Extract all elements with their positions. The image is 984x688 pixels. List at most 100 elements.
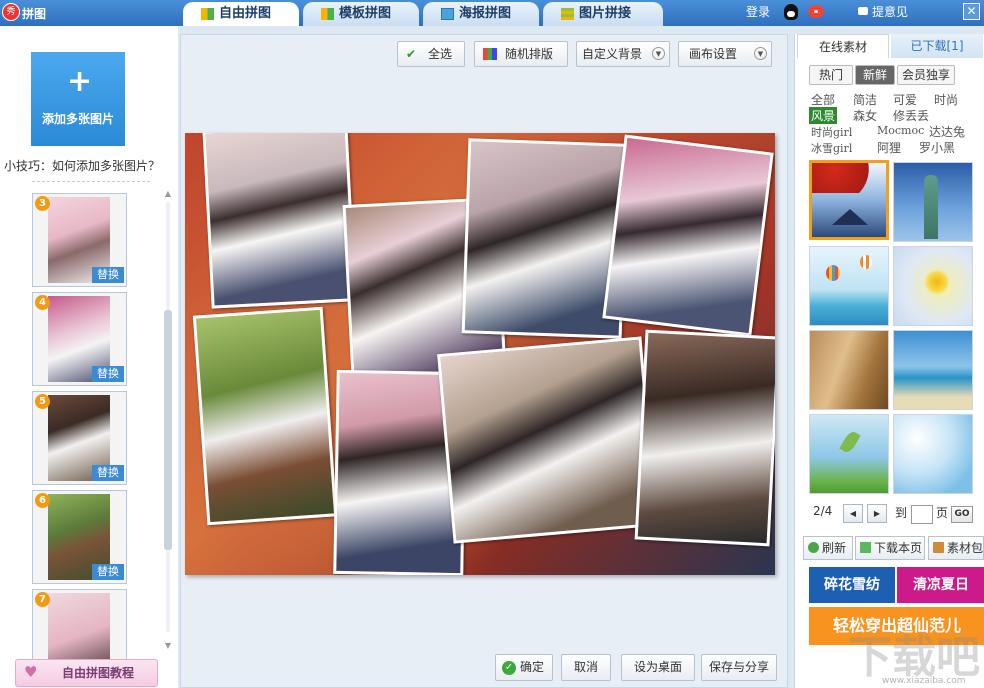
material-thumb[interactable] bbox=[893, 246, 973, 326]
keyword-xiudiudiu[interactable]: 修丢丢 bbox=[893, 107, 929, 124]
tab-template-collage[interactable]: 模板拼图 bbox=[303, 2, 419, 26]
keyword-dadatu[interactable]: 达达兔 bbox=[929, 123, 965, 140]
keyword-cute[interactable]: 可爱 bbox=[893, 91, 917, 108]
material-thumb[interactable] bbox=[893, 162, 973, 242]
plus-icon: + bbox=[67, 64, 93, 99]
weibo-icon[interactable] bbox=[808, 5, 824, 18]
qq-icon[interactable] bbox=[784, 4, 798, 20]
tab-poster-collage[interactable]: 海报拼图 bbox=[423, 2, 539, 26]
keyword-all[interactable]: 全部 bbox=[811, 91, 835, 108]
refresh-button[interactable]: 刷新 bbox=[803, 536, 853, 560]
set-desktop-button[interactable]: 设为桌面 bbox=[621, 654, 695, 681]
keyword-fashion-girl[interactable]: 时尚girl bbox=[811, 124, 852, 140]
select-all-label: 全选 bbox=[428, 47, 453, 61]
random-layout-label: 随机排版 bbox=[505, 47, 554, 61]
cancel-button[interactable]: 取消 bbox=[561, 654, 611, 681]
tab-label: 海报拼图 bbox=[459, 6, 512, 21]
feedback-link[interactable]: 提意见 bbox=[858, 3, 908, 20]
subtab-new[interactable]: 新鲜 bbox=[855, 65, 895, 85]
page-number-input[interactable] bbox=[911, 505, 933, 524]
thumbnail-item[interactable]: 4 替换 bbox=[32, 292, 127, 386]
package-icon bbox=[933, 542, 944, 553]
keyword-scenery[interactable]: 风景 bbox=[809, 107, 838, 124]
prev-page-button[interactable]: ◀ bbox=[843, 504, 863, 523]
thumbnail-item[interactable]: 3 替换 bbox=[32, 193, 127, 287]
thumbnail-scrollbar[interactable]: ▲ ▼ bbox=[162, 190, 174, 650]
replace-button[interactable]: 替换 bbox=[92, 366, 124, 382]
statue-of-liberty bbox=[924, 175, 938, 239]
keyword-mocmoc[interactable]: Mocmoc bbox=[877, 124, 924, 137]
canvas-settings-dropdown[interactable]: 画布设置 ▼ bbox=[678, 41, 772, 67]
material-thumb[interactable] bbox=[809, 246, 889, 326]
hot-air-balloon bbox=[860, 255, 872, 269]
tutorial-button[interactable]: ♥ 自由拼图教程 bbox=[15, 659, 158, 687]
collage-canvas[interactable] bbox=[185, 133, 775, 575]
triangle-right-icon: ▶ bbox=[873, 509, 881, 518]
custom-background-dropdown[interactable]: 自定义背景 ▼ bbox=[576, 41, 670, 67]
collage-photo[interactable] bbox=[602, 134, 774, 337]
goto-label: 到 bbox=[895, 506, 908, 520]
next-page-button[interactable]: ▶ bbox=[867, 504, 887, 523]
refresh-icon bbox=[808, 542, 819, 553]
page-unit-label: 页 bbox=[936, 506, 949, 520]
canvas-workspace: ✔ 全选 随机排版 自定义背景 ▼ 画布设置 ▼ ✓ 确定 取消 设为桌面 保存… bbox=[180, 34, 788, 688]
thumbnail-number: 6 bbox=[35, 493, 50, 508]
poster-icon bbox=[441, 8, 454, 20]
tab-free-collage[interactable]: 自由拼图 bbox=[183, 2, 299, 26]
banner-floral-chiffon[interactable]: 碎花雪纺 bbox=[809, 567, 895, 603]
subtab-hot[interactable]: 热门 bbox=[809, 65, 853, 85]
download-arrow-icon bbox=[860, 542, 871, 553]
replace-button[interactable]: 替换 bbox=[92, 267, 124, 283]
thumbnail-list: 3 替换 4 替换 5 替换 6 替换 7 bbox=[0, 192, 178, 664]
scroll-thumb[interactable] bbox=[164, 310, 172, 550]
ok-button[interactable]: ✓ 确定 bbox=[495, 654, 553, 681]
scroll-down-icon[interactable]: ▼ bbox=[163, 642, 173, 650]
collage-photo[interactable] bbox=[192, 306, 338, 526]
refresh-label: 刷新 bbox=[822, 541, 847, 555]
thumbnail-item[interactable]: 5 替换 bbox=[32, 391, 127, 485]
thumbnail-item[interactable]: 7 bbox=[32, 589, 127, 664]
download-page-button[interactable]: 下载本页 bbox=[855, 536, 925, 560]
material-thumb[interactable] bbox=[809, 330, 889, 410]
tip-link[interactable]: 小技巧：如何添加多张图片？ bbox=[4, 157, 160, 174]
banner-cool-summer[interactable]: 清凉夏日 bbox=[897, 567, 984, 603]
collage-photo[interactable] bbox=[202, 133, 357, 309]
scroll-up-icon[interactable]: ▲ bbox=[163, 190, 173, 198]
keyword-luoxiaohei[interactable]: 罗小黑 bbox=[919, 139, 955, 156]
tab-label: 图片拼接 bbox=[579, 6, 632, 21]
material-thumb[interactable] bbox=[809, 160, 889, 240]
keyword-ice-girl[interactable]: 冰雪girl bbox=[811, 140, 852, 156]
tab-image-stitch[interactable]: 图片拼接 bbox=[543, 2, 663, 26]
heart-hand-icon: ♥ bbox=[24, 663, 38, 681]
keyword-fashion[interactable]: 时尚 bbox=[934, 91, 958, 108]
login-link[interactable]: 登录 bbox=[746, 3, 770, 20]
thumbnail-number: 3 bbox=[35, 196, 50, 211]
add-images-button[interactable]: + 添加多张图片 bbox=[31, 52, 125, 146]
mountain bbox=[832, 209, 868, 225]
material-thumb[interactable] bbox=[893, 414, 973, 494]
collage-photo[interactable] bbox=[437, 336, 658, 544]
thumbnail-item[interactable]: 6 替换 bbox=[32, 490, 127, 584]
keyword-mori[interactable]: 森女 bbox=[853, 107, 877, 124]
keyword-ali[interactable]: 阿狸 bbox=[877, 139, 901, 156]
subtab-vip[interactable]: 会员独享 bbox=[897, 65, 955, 85]
go-button[interactable]: GO bbox=[951, 506, 973, 523]
free-collage-icon bbox=[201, 8, 214, 20]
tab-online-materials[interactable]: 在线素材 bbox=[797, 34, 889, 58]
close-button[interactable]: ✕ bbox=[963, 3, 980, 20]
material-thumb[interactable] bbox=[893, 330, 973, 410]
replace-button[interactable]: 替换 bbox=[92, 465, 124, 481]
keyword-simple[interactable]: 简洁 bbox=[853, 91, 877, 108]
ok-label: 确定 bbox=[519, 660, 544, 674]
save-share-button[interactable]: 保存与分享 bbox=[701, 654, 777, 681]
material-thumb[interactable] bbox=[809, 414, 889, 494]
replace-button[interactable]: 替换 bbox=[92, 564, 124, 580]
tab-downloaded[interactable]: 已下载[1] bbox=[891, 34, 983, 58]
random-layout-button[interactable]: 随机排版 bbox=[474, 41, 568, 67]
page-indicator: 2/4 bbox=[813, 504, 833, 518]
collage-photo[interactable] bbox=[634, 329, 775, 547]
material-pack-button[interactable]: 素材包 bbox=[928, 536, 984, 560]
material-panel: 在线素材 已下载[1] 热门 新鲜 会员独享 全部 简洁 可爱 时尚 风景 森女… bbox=[794, 34, 984, 688]
watermark-logo: 下载吧 bbox=[848, 632, 980, 683]
select-all-button[interactable]: ✔ 全选 bbox=[397, 41, 465, 67]
